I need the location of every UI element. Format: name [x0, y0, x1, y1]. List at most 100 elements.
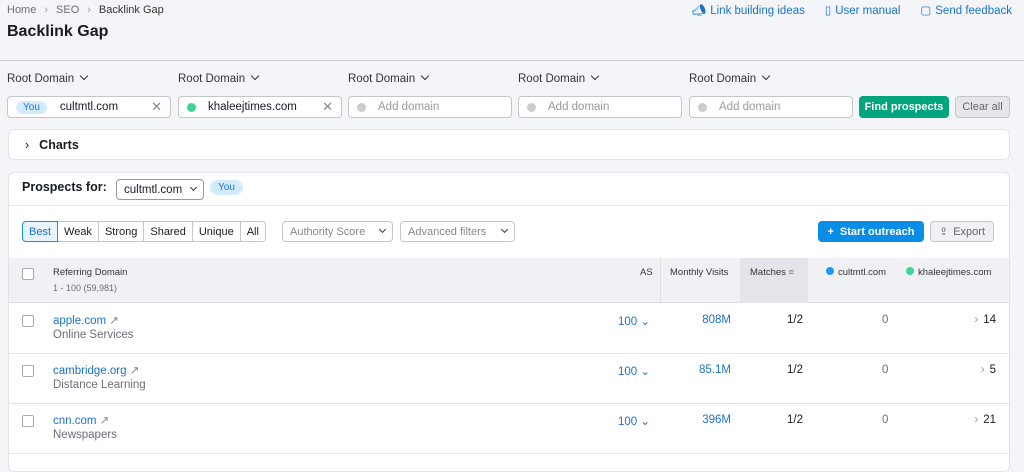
you-badge: You	[210, 180, 243, 195]
domain-2-backlinks[interactable]: ›21	[974, 414, 996, 426]
as-number: 100	[618, 366, 637, 378]
chevron-down-icon	[379, 226, 386, 233]
backlink-count: 21	[983, 414, 996, 426]
charts-label: Charts	[39, 138, 79, 152]
monthly-visits[interactable]: 808M	[702, 314, 731, 326]
col-label: Matches	[750, 267, 786, 278]
domain-name: apple.com	[53, 315, 106, 327]
domain-input-5[interactable]: Add domain	[689, 96, 853, 118]
domain-2-backlinks[interactable]: ›5	[981, 364, 996, 376]
as-value[interactable]: 100 ⌄	[618, 364, 650, 378]
matches-value: 1/2	[787, 364, 803, 376]
export-button[interactable]: ⇪ Export	[930, 221, 994, 242]
domain-type-select-5[interactable]: Root Domain	[689, 73, 769, 85]
domain-category: Newspapers	[53, 429, 117, 441]
row-checkbox[interactable]	[22, 315, 34, 327]
domain-1-backlinks[interactable]: 0	[882, 364, 888, 376]
dot-icon	[698, 103, 707, 112]
col-monthly-visits[interactable]: Monthly Visits	[670, 267, 728, 278]
external-link-icon[interactable]: ↗	[130, 365, 140, 377]
filter-label: Advanced filters	[408, 226, 486, 238]
domain-link[interactable]: cnn.com ↗	[53, 413, 109, 427]
domain-1-backlinks[interactable]: 0	[882, 414, 888, 426]
advanced-filters-button[interactable]: Advanced filters	[400, 221, 515, 242]
table-row	[9, 304, 1009, 354]
tab-unique[interactable]: Unique	[193, 221, 241, 242]
button-label: Export	[953, 226, 985, 238]
clear-all-button[interactable]: Clear all	[955, 96, 1010, 118]
send-feedback-link[interactable]: ▢Send feedback	[920, 3, 1012, 17]
domain-link[interactable]: apple.com ↗	[53, 313, 119, 327]
tab-weak[interactable]: Weak	[58, 221, 99, 242]
table-row	[9, 354, 1009, 404]
domain-input-1[interactable]: Youcultmtl.com✕	[7, 96, 171, 118]
domain-value: cultmtl.com	[60, 101, 118, 113]
link-building-ideas-link[interactable]: 📣︎Link building ideas	[692, 3, 805, 17]
domain-name: cnn.com	[53, 415, 96, 427]
col-matches[interactable]: Matches ≡	[750, 267, 794, 278]
monthly-visits[interactable]: 396M	[702, 414, 731, 426]
find-prospects-button[interactable]: Find prospects	[859, 96, 949, 118]
chevron-down-icon	[501, 226, 508, 233]
select-all-checkbox[interactable]	[22, 268, 34, 280]
chevron-down-icon	[190, 184, 197, 191]
row-checkbox[interactable]	[22, 365, 34, 377]
domain-input-4[interactable]: Add domain	[518, 96, 682, 118]
book-icon: ▯	[825, 5, 831, 17]
domain-category: Distance Learning	[53, 379, 146, 391]
domain-link[interactable]: cambridge.org ↗	[53, 363, 139, 377]
feedback-icon: ▢	[920, 5, 931, 17]
chevron-right-icon: ›	[981, 364, 985, 376]
tab-best[interactable]: Best	[22, 221, 58, 242]
domain-type-select-4[interactable]: Root Domain	[518, 73, 598, 85]
upload-icon: ⇪	[939, 225, 948, 238]
charts-toggle[interactable]: › Charts	[8, 129, 1010, 160]
start-outreach-button[interactable]: +Start outreach	[818, 221, 924, 242]
col-domain-2[interactable]: khaleejtimes.com	[906, 267, 991, 278]
monthly-visits[interactable]: 85.1M	[699, 364, 731, 376]
breadcrumb-current: Backlink Gap	[99, 4, 164, 16]
authority-score-filter[interactable]: Authority Score	[282, 221, 393, 242]
domain-type-select-3[interactable]: Root Domain	[348, 73, 428, 85]
prospects-domain-select[interactable]: cultmtl.com	[116, 179, 204, 200]
backlink-count: 5	[990, 364, 996, 376]
col-as[interactable]: AS	[640, 267, 653, 278]
breadcrumb-home[interactable]: Home	[7, 4, 36, 16]
chevron-right-icon: ›	[974, 314, 978, 326]
external-link-icon[interactable]: ↗	[109, 315, 119, 327]
as-value[interactable]: 100 ⌄	[618, 414, 650, 428]
placeholder: Add domain	[548, 101, 609, 113]
button-label: Start outreach	[840, 226, 915, 238]
domain-type-select-2[interactable]: Root Domain	[178, 73, 258, 85]
user-manual-link[interactable]: ▯ User manual	[825, 3, 901, 17]
domain-value: khaleejtimes.com	[208, 101, 297, 113]
dot-icon	[527, 103, 536, 112]
results-range: 1 - 100 (59,981)	[53, 283, 117, 293]
chevron-down-icon: ⌄	[640, 416, 650, 428]
close-icon[interactable]: ✕	[151, 99, 162, 115]
breadcrumb: Home›SEO›Backlink Gap	[7, 4, 164, 16]
tab-strong[interactable]: Strong	[99, 221, 144, 242]
link-label: User manual	[835, 5, 900, 17]
link-label: Link building ideas	[710, 5, 805, 17]
domain-input-3[interactable]: Add domain	[348, 96, 512, 118]
megaphone-icon: 📣︎	[692, 5, 707, 17]
as-number: 100	[618, 416, 637, 428]
chevron-right-icon: ›	[25, 138, 29, 152]
domain-input-2[interactable]: khaleejtimes.com ✕	[178, 96, 342, 118]
breadcrumb-seo[interactable]: SEO	[56, 4, 79, 16]
domain-1-backlinks[interactable]: 0	[882, 314, 888, 326]
row-checkbox[interactable]	[22, 415, 34, 427]
tab-shared[interactable]: Shared	[144, 221, 192, 242]
domain-type-select-1[interactable]: Root Domain	[7, 73, 87, 85]
col-referring-domain[interactable]: Referring Domain	[53, 267, 127, 278]
external-link-icon[interactable]: ↗	[100, 415, 110, 427]
chevron-down-icon: ⌄	[640, 366, 650, 378]
as-value[interactable]: 100 ⌄	[618, 314, 650, 328]
close-icon[interactable]: ✕	[322, 99, 333, 115]
tab-all[interactable]: All	[241, 221, 266, 242]
col-domain-1[interactable]: cultmtl.com	[826, 267, 886, 278]
matches-value: 1/2	[787, 314, 803, 326]
domain-2-backlinks[interactable]: ›14	[974, 314, 996, 326]
domain-category: Online Services	[53, 329, 134, 341]
